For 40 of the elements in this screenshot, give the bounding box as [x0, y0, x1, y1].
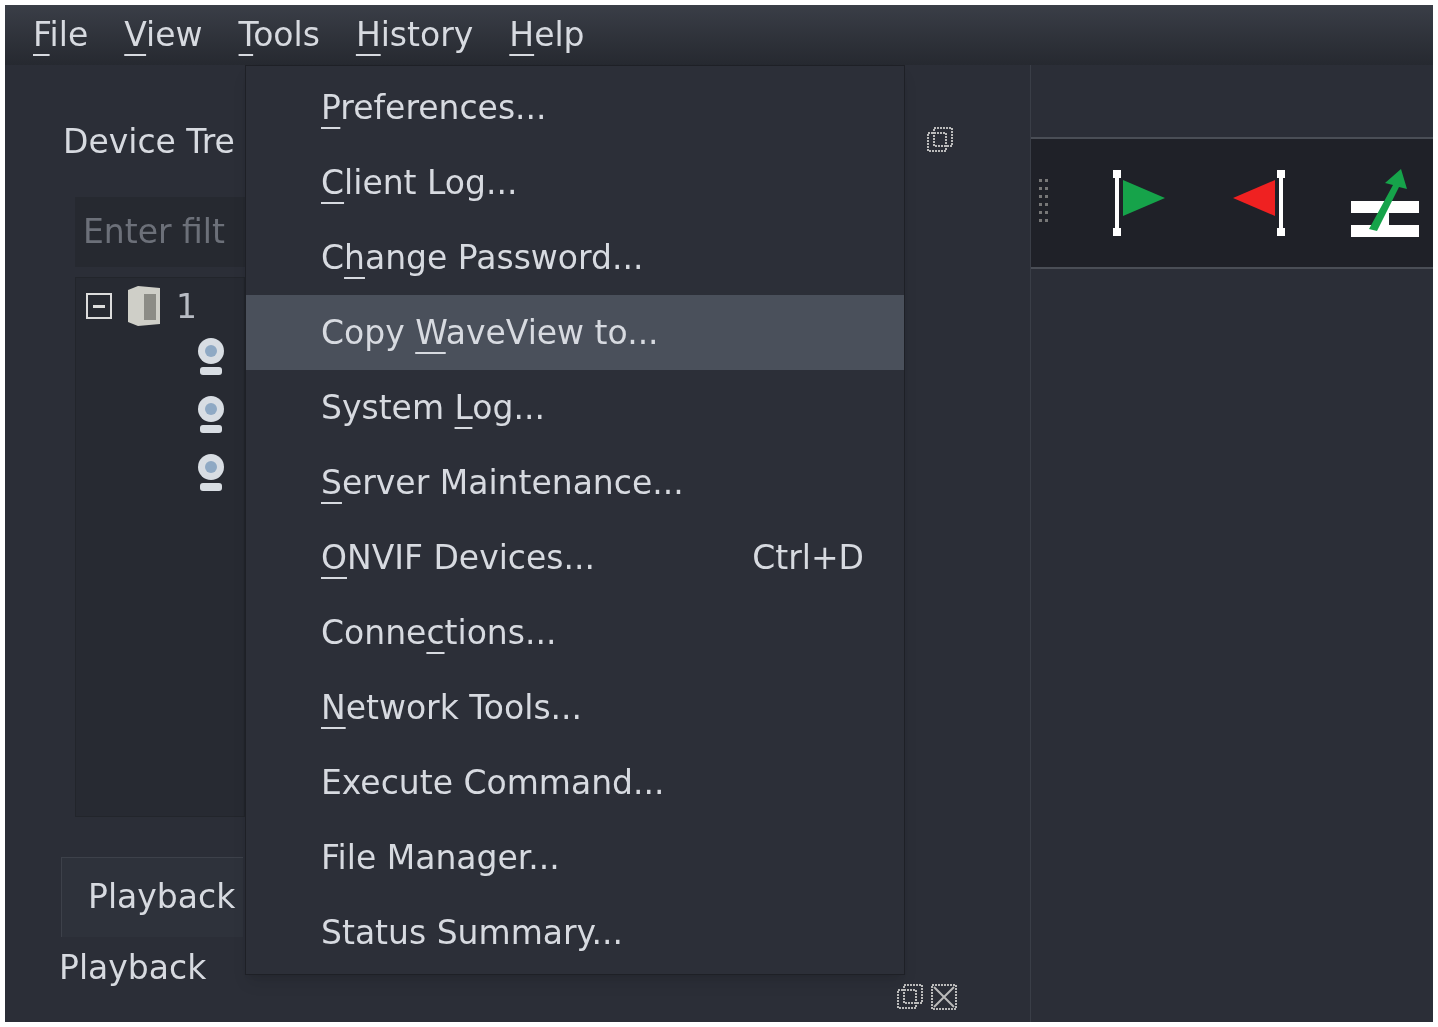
menu-item-label: File Manager...	[321, 836, 560, 879]
close-icon[interactable]	[929, 982, 959, 1012]
menu-item[interactable]: Network Tools...	[246, 670, 904, 745]
menu-item[interactable]: ONVIF Devices... Ctrl+D	[246, 520, 904, 595]
menu-item-label: ONVIF Devices...	[321, 536, 595, 579]
menu-item[interactable]: Status Summary...	[246, 895, 904, 970]
menu-item[interactable]: Connections...	[246, 595, 904, 670]
menu-item-label: Client Log...	[321, 161, 518, 204]
menu-item[interactable]: Server Maintenance...	[246, 445, 904, 520]
float-icon[interactable]	[895, 982, 925, 1012]
menu-item[interactable]: Preferences...	[246, 70, 904, 145]
menu-title[interactable]: Tools	[238, 10, 320, 60]
film-export-icon[interactable]	[1349, 167, 1421, 239]
menu-item-label: Change Password...	[321, 236, 644, 279]
menu-item-label: Preferences...	[321, 86, 547, 129]
menu-item-label: Copy WaveView to...	[321, 311, 659, 354]
shortcut-label: Ctrl+D	[752, 536, 864, 579]
menu-item[interactable]: Execute Command...	[246, 745, 904, 820]
panel-title: Device Tre	[63, 121, 236, 163]
menu-item-label: Connections...	[321, 611, 557, 654]
menu-item[interactable]: Client Log...	[246, 145, 904, 220]
dock-tab[interactable]: Playback	[61, 856, 243, 937]
menu-title[interactable]: File	[33, 10, 89, 60]
menu-item-label: Network Tools...	[321, 686, 583, 729]
menu-item-label: Server Maintenance...	[321, 461, 684, 504]
menu-title[interactable]: View	[124, 10, 203, 60]
menu-item[interactable]: File Manager...	[246, 820, 904, 895]
tree-item-label[interactable]: 1	[176, 281, 197, 331]
menu-item-label: System Log...	[321, 386, 545, 429]
menu-title[interactable]: Help	[509, 10, 585, 60]
collapse-toggle[interactable]	[86, 293, 112, 320]
filter-field[interactable]: Enter filt	[75, 196, 245, 267]
menu-item[interactable]: Copy WaveView to...	[246, 295, 904, 370]
menu-item-label: Execute Command...	[321, 761, 665, 804]
menu-item-label: Status Summary...	[321, 911, 623, 954]
float-icon[interactable]	[925, 125, 955, 155]
panel-title: Playback	[59, 946, 208, 989]
menu-title[interactable]: History	[355, 10, 474, 60]
menu-item[interactable]: System Log...	[246, 370, 904, 445]
menu-item[interactable]: Change Password...	[246, 220, 904, 295]
